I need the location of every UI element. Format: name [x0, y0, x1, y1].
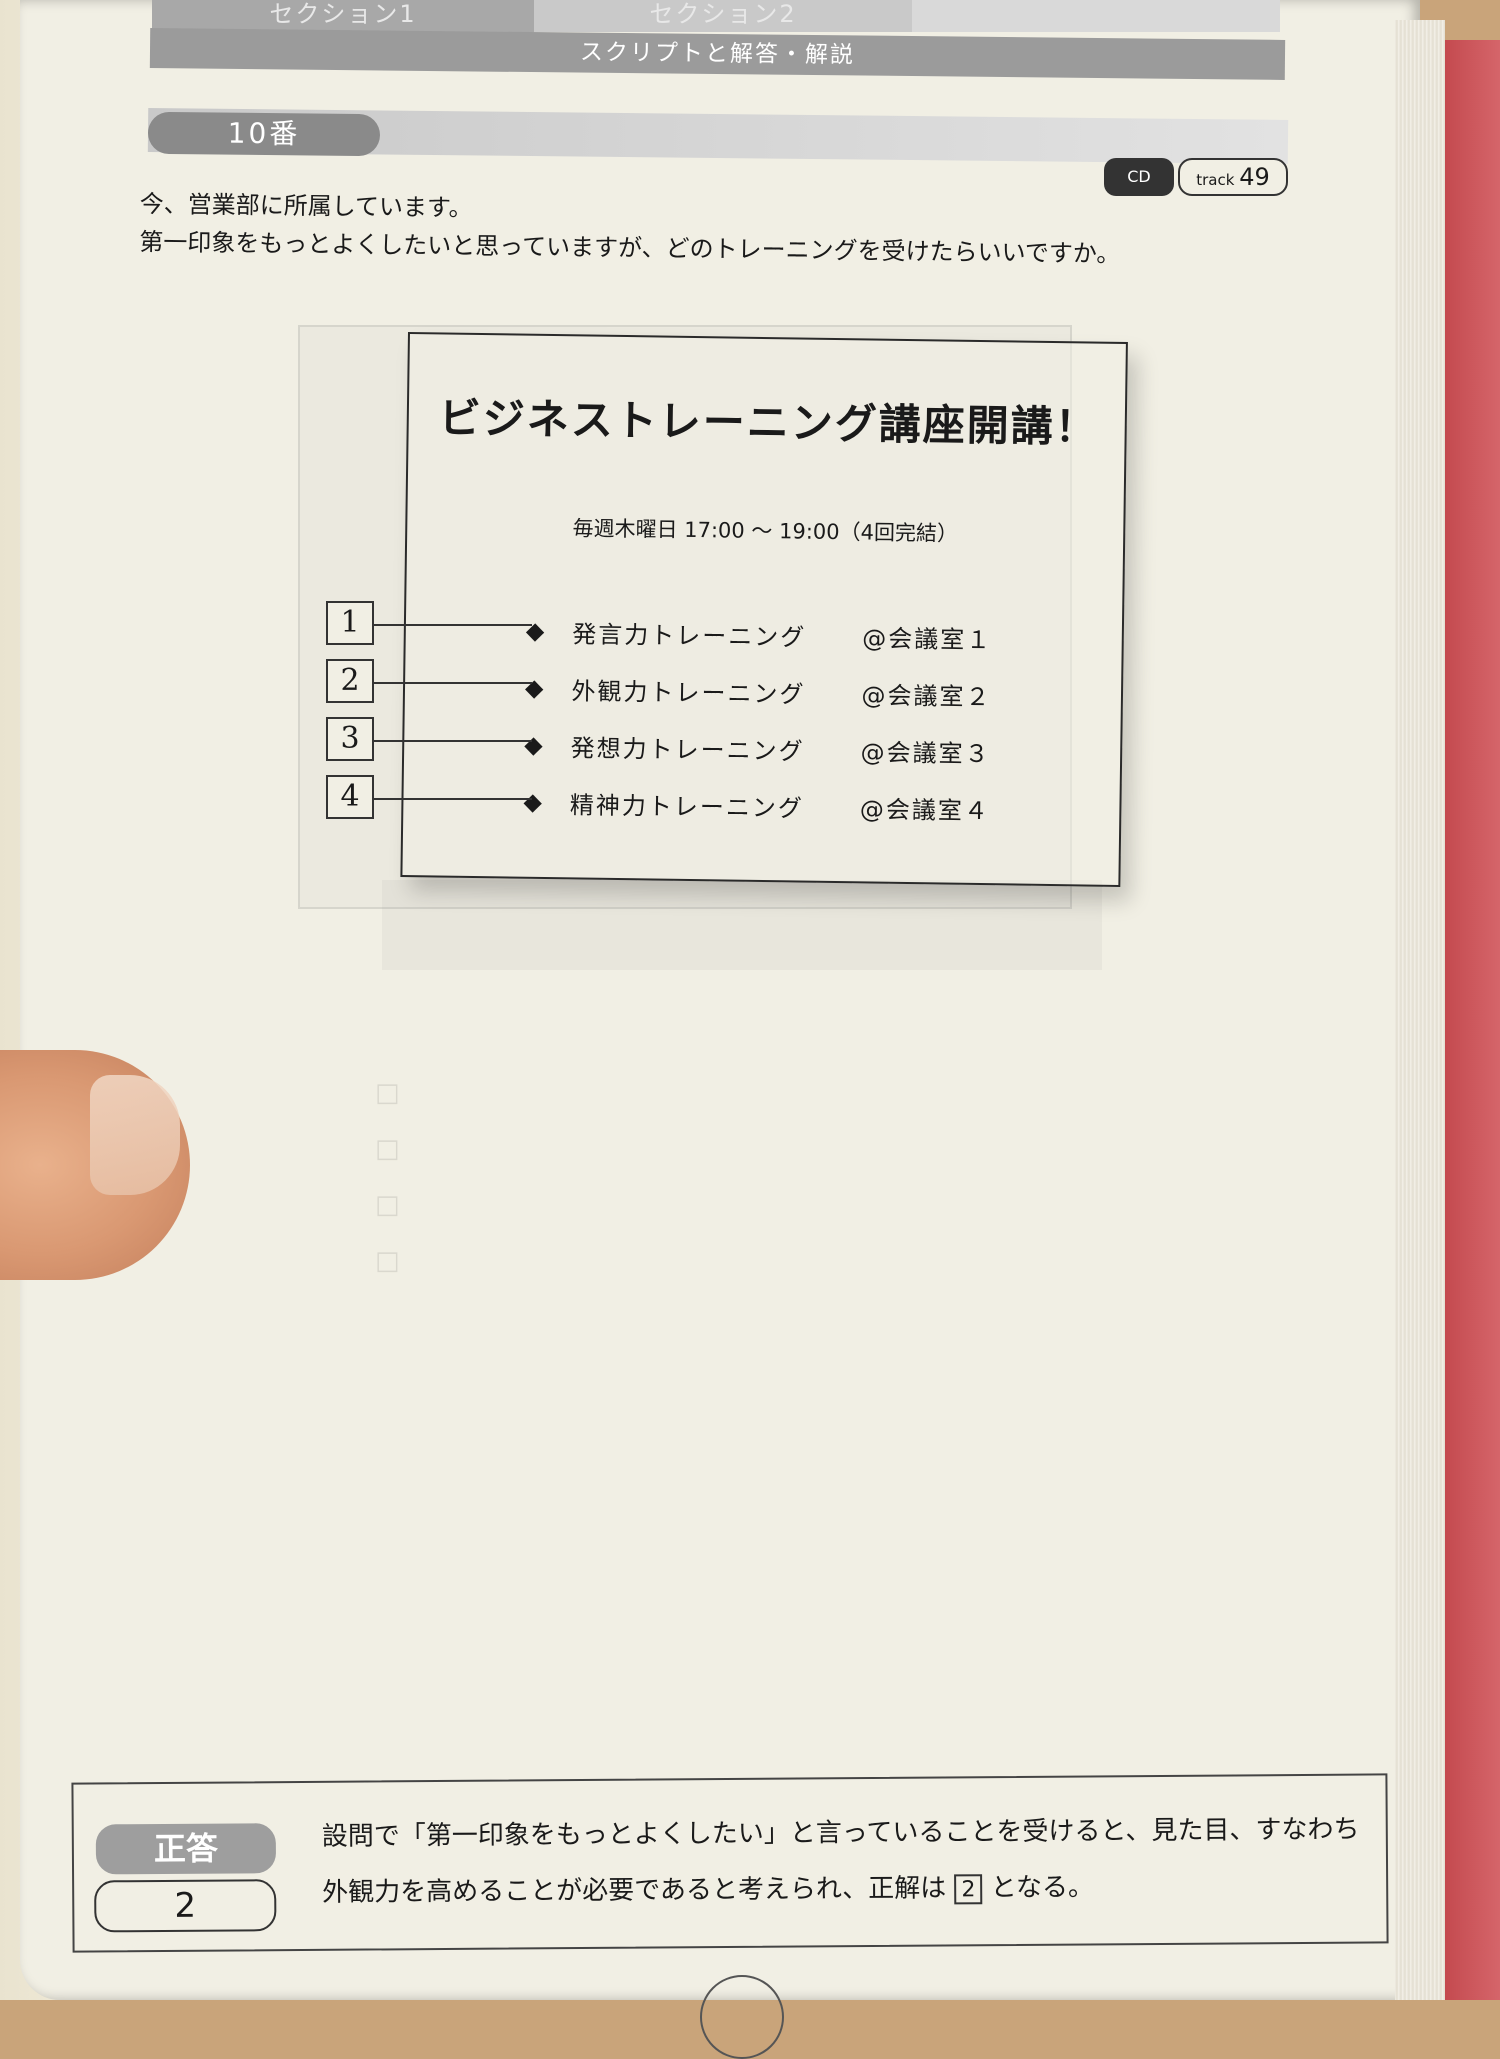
course-room: @会議室４ — [859, 794, 991, 825]
question-text: 今、営業部に所属しています。 第一印象をもっとよくしたいと思っていますが、どのト… — [139, 185, 1290, 275]
course-item-3: ◆ 発想力トレーニング @会議室３ — [524, 725, 991, 772]
answer-box: 正答 2 設問で「第一印象をもっとよくしたい」と言っていることを受けると、見た目… — [71, 1773, 1389, 1953]
course-name: 発想力トレーニング — [570, 733, 805, 766]
course-name: 精神力トレーニング — [569, 790, 805, 823]
explanation-answer-box: 2 — [954, 1873, 983, 1904]
page-stack-edge — [1395, 20, 1445, 2000]
course-room: @会議室３ — [860, 737, 991, 768]
connector-line-1 — [374, 624, 532, 626]
slide-figure: ビジネストレーニング講座開講！ 毎週木曜日 17:00 ～ 19:00（4回完結… — [400, 332, 1128, 887]
track-badge: track 49 — [1178, 158, 1288, 196]
explanation-ending: となる。 — [990, 1872, 1095, 1904]
slide-schedule: 毎週木曜日 17:00 ～ 19:00（4回完結） — [572, 516, 959, 546]
page-number-circle — [700, 1975, 784, 2059]
slide-title: ビジネストレーニング講座開講！ — [438, 393, 1100, 452]
answer-value: 2 — [94, 1879, 277, 1933]
track-label: track — [1196, 171, 1235, 189]
ghost-shadow — [382, 880, 1102, 970]
option-number-1: 1 — [326, 601, 374, 645]
book-page — [20, 0, 1420, 2000]
ghost-options: □ □ □ □ — [375, 1078, 400, 1276]
diamond-bullet-icon: ◆ — [524, 673, 546, 702]
section-tabs: セクション1 セクション2 — [152, 0, 1280, 32]
course-room: @会議室１ — [862, 623, 993, 654]
connector-line-3 — [374, 740, 532, 742]
option-number-2: 2 — [326, 659, 374, 703]
connector-line-2 — [374, 682, 532, 684]
option-number-4: 4 — [326, 775, 374, 819]
course-name: 発言力トレーニング — [572, 619, 807, 652]
section-tab-1: セクション1 — [152, 0, 534, 32]
diamond-bullet-icon: ◆ — [524, 730, 545, 759]
course-room: @会議室２ — [861, 680, 992, 711]
course-name: 外観力トレーニング — [571, 676, 806, 709]
course-item-2: ◆ 外観力トレーニング @会議室２ — [525, 668, 992, 715]
thumbnail-nail — [90, 1075, 180, 1195]
section-tab-3 — [912, 0, 1280, 32]
course-item-4: ◆ 精神力トレーニング @会議室４ — [523, 782, 990, 829]
question-number: 10番 — [147, 111, 381, 157]
track-number: 49 — [1239, 163, 1270, 191]
book-cover-edge — [1445, 40, 1500, 2000]
course-item-1: ◆ 発言力トレーニング @会議室１ — [526, 611, 993, 658]
connector-line-4 — [374, 798, 532, 800]
section-tab-2: セクション2 — [534, 0, 912, 32]
diamond-bullet-icon: ◆ — [523, 787, 545, 816]
answer-explanation: 設問で「第一印象をもっとよくしたい」と言っていることを受けると、見た目、すなわち… — [322, 1802, 1373, 1921]
cd-badge: CD — [1104, 158, 1174, 196]
option-number-3: 3 — [326, 717, 374, 761]
answer-label: 正答 — [95, 1823, 277, 1875]
diamond-bullet-icon: ◆ — [525, 616, 547, 645]
explanation-text: 設問で「第一印象をもっとよくしたい」と言っていることを受けると、見た目、すなわち… — [321, 1814, 1360, 1908]
